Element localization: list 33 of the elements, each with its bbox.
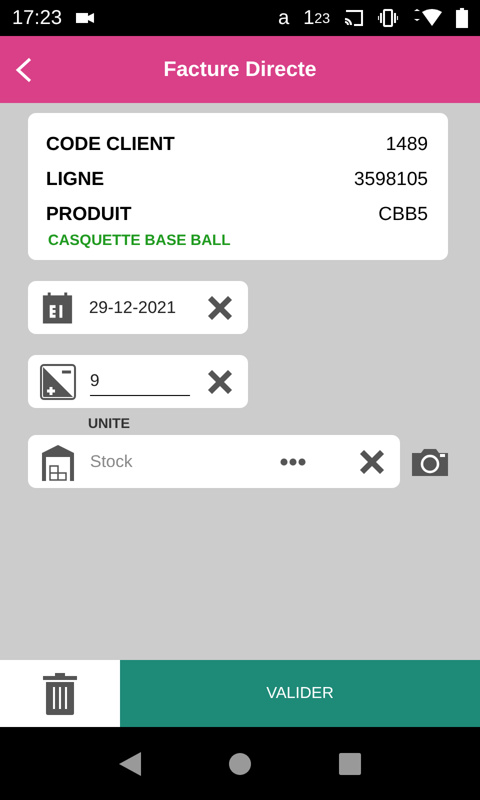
calendar-icon — [40, 290, 75, 326]
status-indicator: 23 — [314, 10, 330, 26]
unit-label: UNITE — [88, 415, 130, 431]
screen-title: Facture Directe — [162, 58, 318, 82]
nav-recents-button[interactable] — [339, 752, 361, 774]
info-value: CBB5 — [378, 204, 428, 226]
info-value: 3598105 — [354, 168, 428, 190]
info-label: PRODUIT — [46, 204, 132, 226]
cast-icon — [344, 10, 364, 26]
unit-field[interactable]: Stock — [28, 435, 400, 488]
info-value: 1489 — [386, 134, 428, 156]
warehouse-icon — [40, 442, 76, 480]
product-description: CASQUETTE BASE BALL — [48, 232, 231, 249]
delete-button[interactable] — [0, 660, 120, 727]
info-label: CODE CLIENT — [46, 134, 175, 156]
status-time: 17:23 — [12, 6, 62, 30]
plus-minus-icon — [40, 364, 76, 400]
trash-icon — [43, 672, 77, 714]
wifi-icon — [412, 9, 442, 27]
status-indicator: a — [278, 6, 290, 30]
unit-placeholder: Stock — [90, 452, 134, 472]
more-button[interactable] — [280, 458, 306, 466]
date-field[interactable]: 29-12-2021 — [28, 281, 248, 334]
info-label: LIGNE — [46, 168, 104, 190]
status-indicator: 1 — [303, 6, 314, 30]
camera-button[interactable] — [412, 448, 448, 476]
date-value: 29-12-2021 — [88, 298, 177, 318]
battery-icon — [456, 8, 468, 28]
nav-back-button[interactable] — [119, 752, 141, 776]
vibrate-icon — [378, 9, 398, 27]
video-camera-icon — [76, 12, 94, 24]
nav-home-button[interactable] — [229, 752, 251, 774]
validate-button[interactable]: VALIDER — [120, 660, 480, 727]
